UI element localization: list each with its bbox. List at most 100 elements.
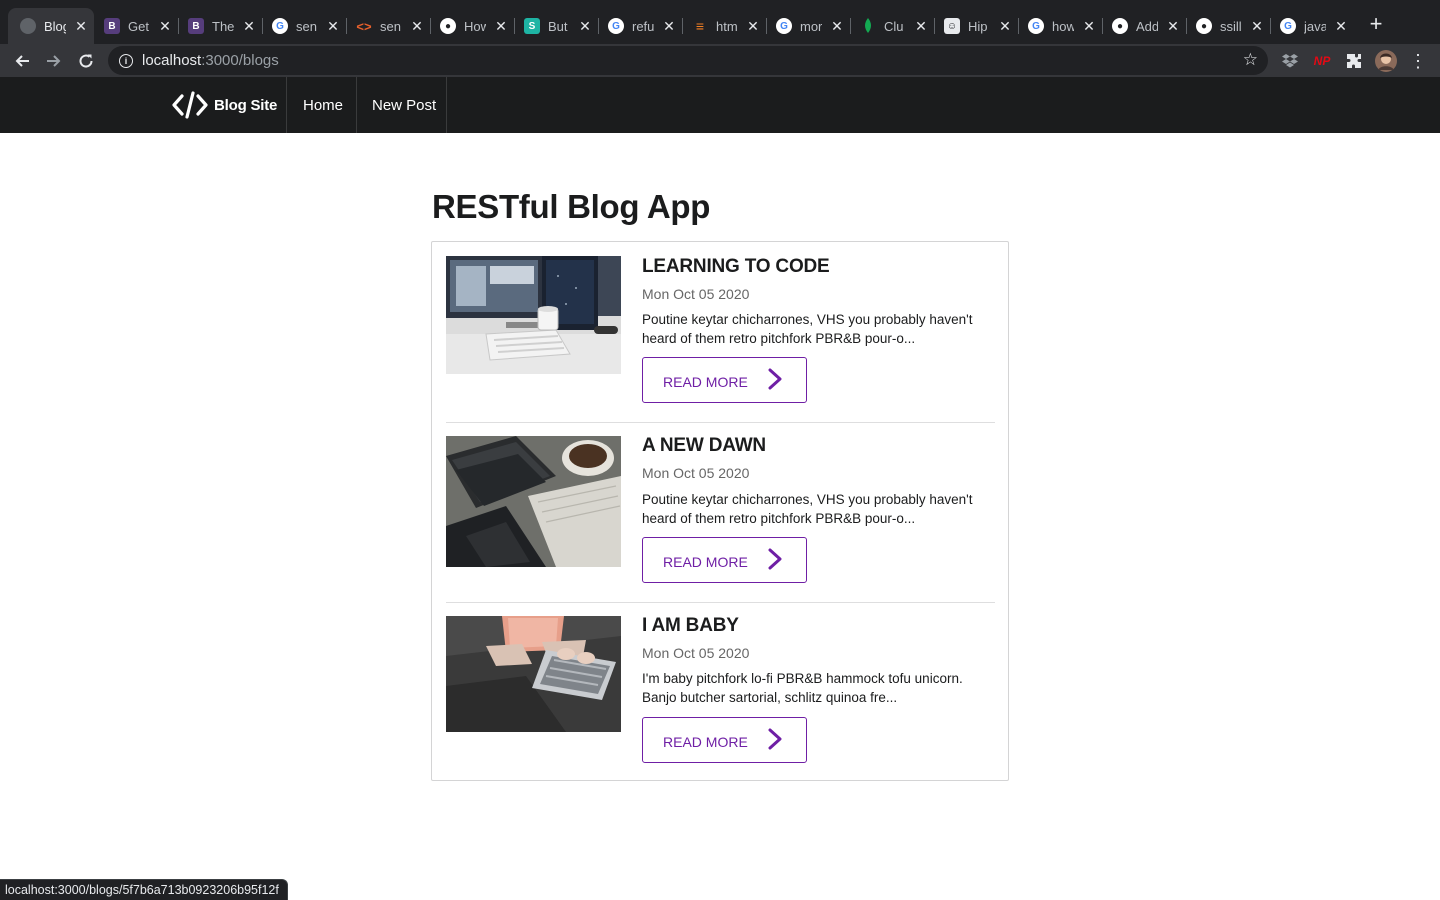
close-icon[interactable]: ✕ [662, 19, 676, 33]
close-icon[interactable]: ✕ [158, 19, 172, 33]
read-more-button[interactable]: READ MORE [642, 357, 807, 403]
address-url: localhost:3000/blogs [142, 52, 279, 69]
tab-title: sen [380, 18, 401, 34]
read-more-label: READ MORE [663, 734, 748, 750]
google-icon: G [608, 18, 624, 34]
nav-divider [286, 77, 287, 133]
close-icon[interactable]: ✕ [578, 19, 592, 33]
browser-tab[interactable]: ☺ Hip ✕ [932, 8, 1016, 44]
browser-tab[interactable]: G sen ✕ [260, 8, 344, 44]
post-title[interactable]: A NEW DAWN [642, 435, 766, 457]
chevron-right-icon [768, 368, 782, 390]
browser-tab[interactable]: G java ✕ [1268, 8, 1352, 44]
browser-tab[interactable]: G how ✕ [1016, 8, 1100, 44]
tab-title: Blog [44, 18, 66, 34]
chevron-right-icon [768, 728, 782, 750]
code-icon [172, 91, 208, 119]
close-icon[interactable]: ✕ [746, 19, 760, 33]
chevron-right-icon [768, 548, 782, 570]
tab-title: Clu [884, 18, 904, 34]
nav-new-post-link[interactable]: New Post [372, 77, 436, 133]
google-icon: G [776, 18, 792, 34]
address-bar[interactable]: i localhost:3000/blogs ☆ [108, 46, 1268, 75]
profile-avatar[interactable] [1375, 50, 1397, 72]
brand-link[interactable]: Blog Site [172, 77, 277, 133]
browser-tab[interactable]: S But ✕ [512, 8, 596, 44]
browser-menu-icon[interactable]: ⋮ [1409, 50, 1427, 72]
read-more-button[interactable]: READ MORE [642, 717, 807, 763]
url-host: localhost [142, 52, 202, 69]
item-divider [446, 602, 995, 603]
post-excerpt: Poutine keytar chicharrones, VHS you pro… [642, 312, 973, 346]
site-navbar: Blog Site Home New Post [0, 77, 1440, 133]
tab-title: htm [716, 18, 738, 34]
tab-title: ssill [1220, 18, 1242, 34]
browser-tab[interactable]: B Get ✕ [92, 8, 176, 44]
close-icon[interactable]: ✕ [1334, 19, 1348, 33]
bootstrap-icon: B [188, 18, 204, 34]
browser-tab[interactable]: G refu ✕ [596, 8, 680, 44]
browser-tab[interactable]: ● Add ✕ [1100, 8, 1184, 44]
close-icon[interactable]: ✕ [1250, 19, 1264, 33]
github-icon: ● [1196, 18, 1212, 34]
browser-tab[interactable]: <> sen ✕ [344, 8, 428, 44]
post-excerpt: Poutine keytar chicharrones, VHS you pro… [642, 492, 973, 526]
post-date: Mon Oct 05 2020 [642, 645, 750, 661]
post-image-desk[interactable] [446, 256, 621, 374]
close-icon[interactable]: ✕ [1166, 19, 1180, 33]
browser-tab-blog[interactable]: Blog ✕ [8, 8, 94, 44]
post-date: Mon Oct 05 2020 [642, 465, 750, 481]
read-more-button[interactable]: READ MORE [642, 537, 807, 583]
mongodb-leaf-icon [860, 18, 876, 34]
close-icon[interactable]: ✕ [410, 19, 424, 33]
s-icon: S [524, 18, 540, 34]
browser-tab[interactable]: G mor ✕ [764, 8, 848, 44]
tab-title: Add [1136, 18, 1158, 34]
browser-tab[interactable]: B The ✕ [176, 8, 260, 44]
browser-tab[interactable]: ≡ htm ✕ [680, 8, 764, 44]
forward-arrow-icon[interactable] [41, 48, 67, 74]
new-tab-plus-icon[interactable]: + [1366, 13, 1386, 35]
bookmark-star-icon[interactable]: ☆ [1243, 50, 1258, 70]
puzzle-extensions-icon[interactable] [1344, 50, 1364, 72]
tab-title: But [548, 18, 568, 34]
extension-np-badge[interactable]: NP [1310, 50, 1334, 72]
brand-name: Blog Site [214, 96, 278, 114]
close-icon[interactable]: ✕ [914, 19, 928, 33]
browser-tab[interactable]: Clu ✕ [848, 8, 932, 44]
reload-icon[interactable] [73, 48, 99, 74]
page-title: RESTful Blog App [432, 188, 711, 225]
close-icon[interactable]: ✕ [1082, 19, 1096, 33]
read-more-label: READ MORE [663, 374, 748, 390]
tab-title: Get [128, 18, 149, 34]
stackoverflow-icon: ≡ [695, 18, 705, 34]
close-icon[interactable]: ✕ [74, 19, 88, 33]
browser-tab[interactable]: ● How ✕ [428, 8, 512, 44]
close-icon[interactable]: ✕ [998, 19, 1012, 33]
tab-title: how [1052, 18, 1074, 34]
dropbox-icon[interactable] [1280, 50, 1300, 72]
post-title[interactable]: LEARNING TO CODE [642, 256, 830, 278]
back-arrow-icon[interactable] [9, 48, 35, 74]
link-status-bubble: localhost:3000/blogs/5f7b6a713b0923206b9… [0, 879, 288, 900]
browser-tab[interactable]: ● ssill ✕ [1184, 8, 1268, 44]
close-icon[interactable]: ✕ [242, 19, 256, 33]
nav-home-link[interactable]: Home [303, 77, 343, 133]
post-image-laptop[interactable] [446, 616, 621, 732]
site-info-icon[interactable]: i [119, 53, 133, 68]
post-image-notebooks[interactable] [446, 436, 621, 567]
tab-title: refu [632, 18, 654, 34]
close-icon[interactable]: ✕ [494, 19, 508, 33]
post-title[interactable]: I AM BABY [642, 615, 739, 637]
close-icon[interactable]: ✕ [326, 19, 340, 33]
blog-post-item: I AM BABY Mon Oct 05 2020 I'm baby pitch… [446, 615, 995, 766]
google-icon: G [272, 18, 288, 34]
github-icon: ● [440, 18, 456, 34]
tab-title: mor [800, 18, 822, 34]
post-excerpt: I'm baby pitchfork lo-fi PBR&B hammock t… [642, 671, 963, 705]
close-icon[interactable]: ✕ [830, 19, 844, 33]
bootstrap-icon: B [104, 18, 120, 34]
github-icon: ● [1112, 18, 1128, 34]
browser-tab-strip: Blog ✕ B Get ✕ B The ✕ G sen ✕ <> sen ✕ … [0, 0, 1440, 44]
url-path: :3000/blogs [201, 52, 279, 69]
